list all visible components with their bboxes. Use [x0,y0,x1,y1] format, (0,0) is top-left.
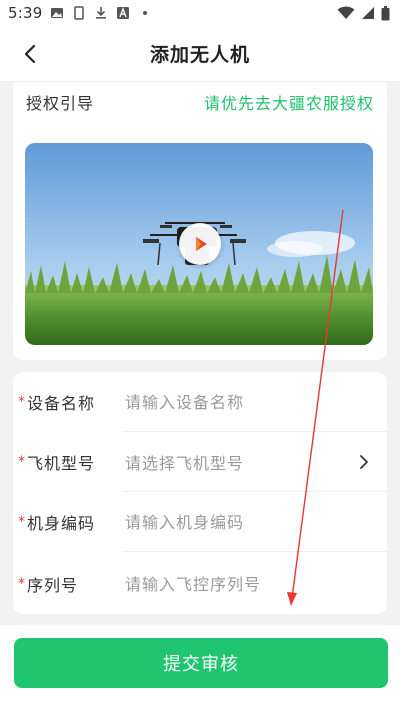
dot-icon [143,11,148,15]
chevron-left-icon [24,44,36,64]
required-mark: * [18,394,25,410]
auth-row: 授权引导 请优先去大疆农服授权 [13,82,387,122]
auth-label: 授权引导 [26,94,95,113]
play-button[interactable] [179,223,221,265]
serial-label: 序列号 [27,576,79,595]
device-form: * 设备名称 * 飞机型号 请选择飞机型号 * 机身编码 * 序列号 [13,372,387,614]
page-title: 添加无人机 [149,44,250,66]
bottom-bar: 提交审核 [0,625,400,711]
image-icon [51,8,64,18]
chevron-right-icon [355,453,373,471]
auth-card: 授权引导 请优先去大疆农服授权 [13,82,387,360]
required-mark: * [18,576,25,592]
play-icon [196,237,207,251]
device-name-label: 设备名称 [27,394,96,413]
signal-icon [362,7,374,19]
download-icon [96,7,107,19]
body-code-label: 机身编码 [27,514,96,533]
app-header: 添加无人机 [0,26,400,82]
tutorial-video[interactable] [25,143,373,345]
form-row-serial: * 序列号 [13,554,387,614]
a-icon [117,7,130,19]
serial-input[interactable] [125,574,373,594]
form-row-device-name: * 设备名称 [13,372,387,432]
model-select[interactable]: 请选择飞机型号 [125,450,355,474]
submit-button[interactable]: 提交审核 [14,638,388,688]
device-name-input[interactable] [125,392,373,412]
back-button[interactable] [16,40,44,68]
wifi-icon [337,6,355,19]
battery-icon [381,5,390,20]
form-row-model[interactable]: * 飞机型号 请选择飞机型号 [13,432,387,492]
status-bar: 5:39 [0,0,400,26]
required-mark: * [18,454,25,470]
auth-link[interactable]: 请优先去大疆农服授权 [204,90,374,114]
sim-icon [74,6,85,20]
status-time: 5:39 [8,4,43,22]
status-right [337,5,390,21]
body-code-input[interactable] [125,512,373,532]
model-label: 飞机型号 [27,454,96,473]
status-left: 5:39 [8,4,152,22]
required-mark: * [18,514,25,530]
form-row-body-code: * 机身编码 [13,492,387,552]
